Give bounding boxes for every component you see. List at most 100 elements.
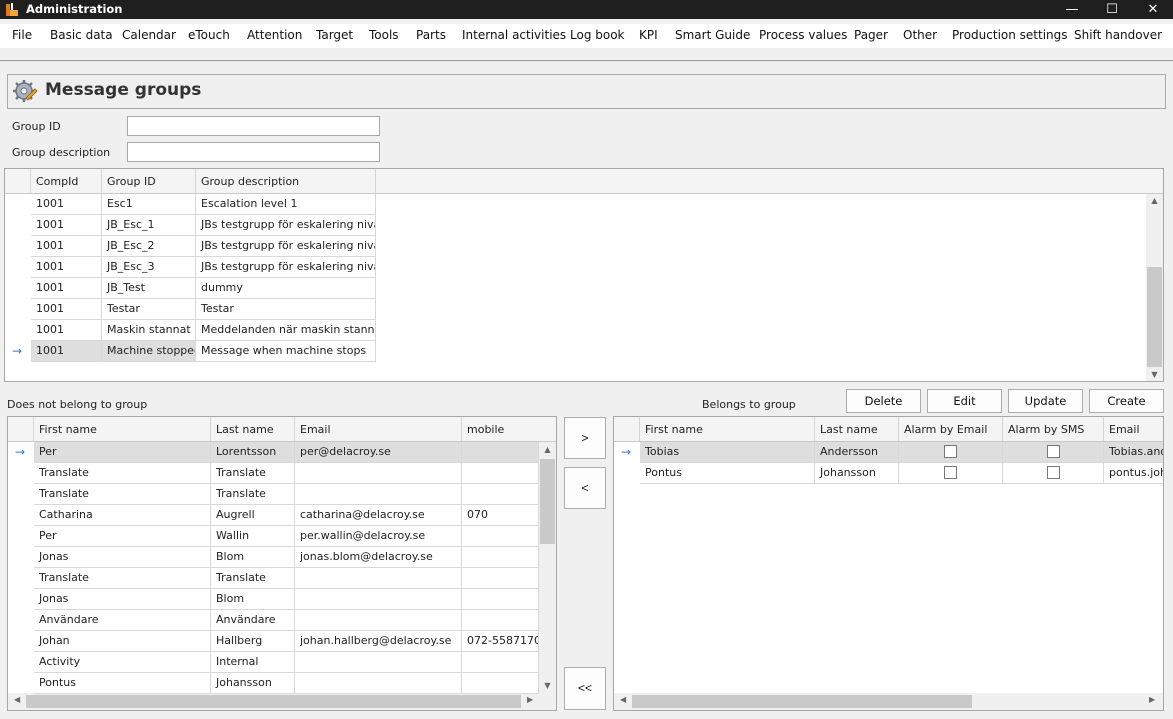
last-name-cell[interactable]: Translate (211, 568, 295, 589)
table-row[interactable]: Per Wallin per.wallin@delacroy.se (8, 526, 539, 547)
table-row[interactable]: 1001 Testar Testar (5, 299, 376, 320)
mobile-cell[interactable] (462, 526, 539, 547)
maximize-button[interactable]: ☐ (1092, 0, 1132, 19)
column-header-email[interactable]: Email (1104, 417, 1163, 442)
menu-target[interactable]: Target (316, 28, 353, 42)
table-row[interactable]: Activity Internal (8, 652, 539, 673)
scroll-right-icon[interactable]: ▶ (1149, 695, 1155, 704)
column-header-alarm-by-email[interactable]: Alarm by Email (899, 417, 1003, 442)
members-horizontal-scrollbar[interactable]: ◀ ▶ (614, 693, 1163, 710)
email-cell[interactable]: catharina@delacroy.se (295, 505, 462, 526)
email-cell[interactable]: per@delacroy.se (295, 442, 462, 463)
menu-file[interactable]: File (12, 28, 32, 42)
group-id-cell[interactable]: JB_Esc_1 (102, 215, 196, 236)
mobile-cell[interactable]: 072-5587170 (462, 631, 539, 652)
group-id-cell[interactable]: JB_Test (102, 278, 196, 299)
menu-process-values[interactable]: Process values (759, 28, 847, 42)
column-header-group-description[interactable]: Group description (196, 169, 376, 194)
mobile-cell[interactable] (462, 484, 539, 505)
menu-other[interactable]: Other (903, 28, 937, 42)
first-name-cell[interactable]: Translate (34, 484, 211, 505)
first-name-cell[interactable]: Translate (34, 463, 211, 484)
last-name-cell[interactable]: Andersson (815, 442, 899, 463)
group-id-input[interactable] (127, 116, 380, 136)
first-name-cell[interactable]: Activity (34, 652, 211, 673)
column-header-compid[interactable]: CompId (31, 169, 102, 194)
table-row[interactable]: Pontus Johansson (8, 673, 539, 694)
compid-cell[interactable]: 1001 (31, 320, 102, 341)
table-row[interactable]: Catharina Augrell catharina@delacroy.se 070 (8, 505, 539, 526)
compid-cell[interactable]: 1001 (31, 257, 102, 278)
users-horizontal-scrollbar[interactable]: ◀ ▶ (8, 693, 556, 710)
table-row[interactable]: Jonas Blom jonas.blom@delacroy.se (8, 547, 539, 568)
alarm-by-sms-checkbox[interactable] (1046, 445, 1060, 458)
email-cell[interactable] (295, 463, 462, 484)
last-name-cell[interactable]: Wallin (211, 526, 295, 547)
create-button[interactable]: Create (1089, 389, 1164, 413)
scroll-down-icon[interactable]: ▼ (539, 681, 556, 690)
email-cell[interactable]: Tobias.andersson@delacroy.se (1104, 442, 1163, 463)
last-name-cell[interactable]: Johansson (815, 463, 899, 484)
scroll-thumb[interactable] (540, 459, 555, 544)
group-id-cell[interactable]: Maskin stannat (102, 320, 196, 341)
first-name-cell[interactable]: Användare (34, 610, 211, 631)
column-header-last-name[interactable]: Last name (815, 417, 899, 442)
group-description-input[interactable] (127, 142, 380, 162)
compid-cell[interactable]: 1001 (31, 215, 102, 236)
table-row[interactable]: → Per Lorentsson per@delacroy.se (8, 442, 539, 463)
last-name-cell[interactable]: Augrell (211, 505, 295, 526)
first-name-cell[interactable]: Tobias (640, 442, 815, 463)
edit-button[interactable]: Edit (927, 389, 1002, 413)
group-id-cell[interactable]: Machine stopped (102, 341, 196, 362)
menu-production-settings[interactable]: Production settings (952, 28, 1068, 42)
column-header-last-name[interactable]: Last name (211, 417, 295, 442)
email-cell[interactable] (295, 673, 462, 694)
menu-tools[interactable]: Tools (369, 28, 399, 42)
email-cell[interactable] (295, 589, 462, 610)
group-id-cell[interactable]: JB_Esc_2 (102, 236, 196, 257)
mobile-cell[interactable] (462, 547, 539, 568)
mobile-cell[interactable] (462, 673, 539, 694)
menu-basic-data[interactable]: Basic data (50, 28, 113, 42)
menu-pager[interactable]: Pager (854, 28, 888, 42)
email-cell[interactable] (295, 568, 462, 589)
menu-internal-activities[interactable]: Internal activities (462, 28, 566, 42)
compid-cell[interactable]: 1001 (31, 236, 102, 257)
scroll-thumb[interactable] (1147, 267, 1162, 367)
table-row[interactable]: 1001 Maskin stannat Meddelanden när maskin… (5, 320, 376, 341)
table-row[interactable]: Translate Translate (8, 484, 539, 505)
scroll-thumb[interactable] (26, 695, 521, 708)
email-cell[interactable]: per.wallin@delacroy.se (295, 526, 462, 547)
column-header-alarm-by-sms[interactable]: Alarm by SMS (1003, 417, 1104, 442)
close-button[interactable]: ✕ (1133, 0, 1173, 19)
group-description-cell[interactable]: Escalation level 1 (196, 194, 376, 215)
table-row[interactable]: → 1001 Machine stopped Message when machine… (5, 341, 376, 362)
first-name-cell[interactable]: Catharina (34, 505, 211, 526)
alarm-by-email-checkbox[interactable] (944, 445, 957, 458)
table-row[interactable]: Användare Användare (8, 610, 539, 631)
compid-cell[interactable]: 1001 (31, 299, 102, 320)
first-name-cell[interactable]: Jonas (34, 547, 211, 568)
alarm-by-sms-checkbox[interactable] (1046, 466, 1060, 479)
scroll-left-icon[interactable]: ◀ (14, 695, 20, 704)
table-row[interactable]: 1001 Esc1 Escalation level 1 (5, 194, 376, 215)
email-cell[interactable] (295, 652, 462, 673)
last-name-cell[interactable]: Internal (211, 652, 295, 673)
compid-cell[interactable]: 1001 (31, 341, 102, 362)
mobile-cell[interactable] (462, 463, 539, 484)
last-name-cell[interactable]: Translate (211, 484, 295, 505)
groups-vertical-scrollbar[interactable]: ▲ ▼ (1146, 194, 1163, 381)
last-name-cell[interactable]: Blom (211, 589, 295, 610)
menu-etouch[interactable]: eTouch (188, 28, 230, 42)
mobile-cell[interactable] (462, 568, 539, 589)
group-description-cell[interactable]: JBs testgrupp för eskalering nivå 3 (196, 257, 376, 278)
scroll-up-icon[interactable]: ▲ (1146, 196, 1163, 205)
first-name-cell[interactable]: Johan (34, 631, 211, 652)
compid-cell[interactable]: 1001 (31, 278, 102, 299)
mobile-cell[interactable]: 070 (462, 505, 539, 526)
add-to-group-button[interactable]: > (564, 417, 606, 459)
scroll-down-icon[interactable]: ▼ (1146, 370, 1163, 379)
menu-log-book[interactable]: Log book (570, 28, 625, 42)
group-description-cell[interactable]: JBs testgrupp för eskalering nivå 2 (196, 236, 376, 257)
first-name-cell[interactable]: Per (34, 442, 211, 463)
